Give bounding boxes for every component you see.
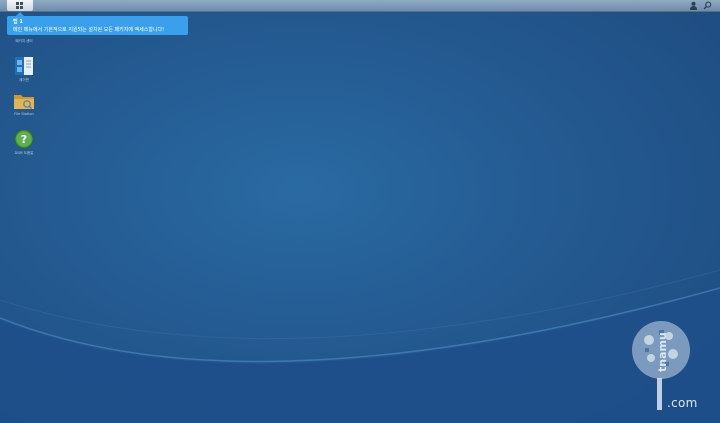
taskbar [0,0,720,12]
desktop: 팁 1 메인 메뉴에서 기본적으로 지원되는 설치된 모든 패키지에 액세스합니… [0,0,720,423]
manual-book-icon [15,57,33,75]
shortcut-label: 제어판 [19,78,29,82]
desktop-shortcut-file-station[interactable]: File Station [9,92,39,116]
main-menu-button[interactable] [7,0,33,11]
user-icon[interactable] [689,1,698,10]
tip-body: 메인 메뉴에서 기본적으로 지원되는 설치된 모든 패키지에 액세스합니다! [13,27,165,33]
desktop-shortcut-dsm-help[interactable]: ? DSM 도움말 [9,129,39,156]
search-icon[interactable] [703,1,712,10]
shortcut-label: 패키지 센터 [15,39,33,43]
svg-text:?: ? [21,133,27,146]
tip-title: 팁 1 [13,19,23,25]
wallpaper-swoosh [0,269,720,423]
tip-popup[interactable]: 팁 1 메인 메뉴에서 기본적으로 지원되는 설치된 모든 패키지에 액세스합니… [7,12,188,35]
shortcut-label: DSM 도움말 [14,151,34,155]
help-icon: ? [14,129,34,149]
desktop-shortcut-control-panel[interactable]: 제어판 [9,56,39,83]
watermark-vertical-text: tnamu [656,332,669,372]
grid-icon [16,2,23,9]
desktop-shortcut-package-center[interactable]: 패키지 센터 [9,37,39,44]
shortcut-label: File Station [14,112,34,116]
watermark-text: .com [667,396,698,410]
file-station-folder-icon [14,95,34,109]
